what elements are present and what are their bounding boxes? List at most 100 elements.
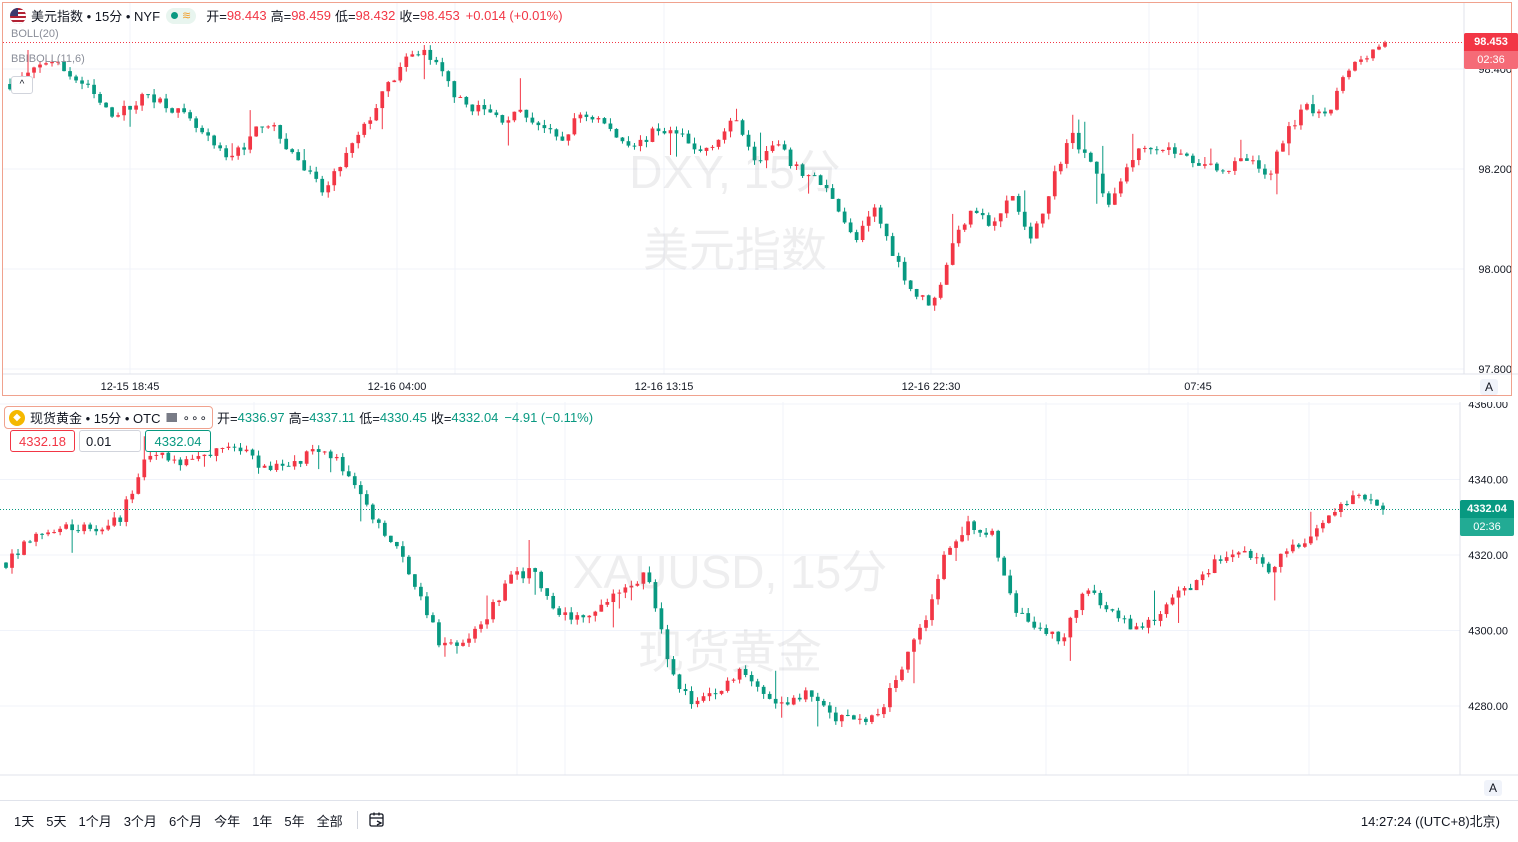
range-1m-button[interactable]: 1个月 xyxy=(78,811,111,830)
candle-body xyxy=(978,530,982,533)
candle-body xyxy=(28,541,32,543)
candle-body xyxy=(332,171,337,186)
candle-body xyxy=(926,295,931,306)
candle-body xyxy=(76,530,81,532)
toolbar-divider xyxy=(0,800,1518,801)
calendar-range-icon[interactable] xyxy=(368,811,386,829)
candle-body xyxy=(1106,193,1111,205)
us-flag-icon xyxy=(10,7,26,24)
candle-body xyxy=(1327,515,1331,523)
candle-body xyxy=(944,264,949,285)
boll-indicator-label[interactable]: BOLL(20) xyxy=(11,28,59,40)
candle-body xyxy=(446,71,451,82)
candle-body xyxy=(1263,168,1267,175)
candle-body xyxy=(791,697,796,705)
more-options-icon[interactable]: ∘∘∘ xyxy=(182,411,208,425)
candle-body xyxy=(755,681,760,687)
candle-body xyxy=(1178,153,1183,155)
candle-body xyxy=(368,120,373,124)
candle-body xyxy=(870,715,874,722)
candle-body xyxy=(668,130,673,134)
candle-body xyxy=(1200,574,1205,581)
candle-body xyxy=(1052,171,1057,197)
candle-body xyxy=(346,471,351,477)
x-axis-tick-label: 12-16 22:30 xyxy=(902,381,961,393)
xau-auto-scale-button[interactable]: A xyxy=(1484,780,1502,796)
candle-body xyxy=(1351,495,1355,505)
range-5d-button[interactable]: 5天 xyxy=(46,811,66,830)
candle-body xyxy=(443,642,447,646)
candle-body xyxy=(656,128,661,132)
candle-body xyxy=(1070,132,1075,144)
candle-body xyxy=(578,114,583,119)
xau-high-value: 4337.11 xyxy=(309,410,356,425)
candle-body xyxy=(1016,196,1021,212)
range-all-button[interactable]: 全部 xyxy=(317,811,343,830)
candle-body xyxy=(1050,631,1055,634)
range-6m-button[interactable]: 6个月 xyxy=(169,811,202,830)
candle-body xyxy=(1164,604,1169,615)
market-status-pill[interactable]: ≋ xyxy=(166,7,197,24)
range-1d-button[interactable]: 1天 xyxy=(14,811,34,830)
candle-body xyxy=(1056,631,1061,642)
candle-body xyxy=(1044,628,1049,634)
xauusd-chart-pane[interactable]: 4360.004340.004320.004300.004280.0012-15… xyxy=(0,402,1518,796)
candle-body xyxy=(1098,592,1103,606)
candle-body xyxy=(200,127,205,133)
candle-body xyxy=(1212,559,1217,574)
candle-body xyxy=(1251,160,1255,162)
y-axis-tick-label: 4320.00 xyxy=(1468,550,1508,562)
candle-body xyxy=(134,105,138,110)
candle-body xyxy=(728,120,733,132)
candle-body xyxy=(515,571,519,575)
y-axis-tick-label: 98.200 xyxy=(1478,164,1512,176)
candle-body xyxy=(1311,104,1315,114)
xau-close-label: 收= xyxy=(430,411,452,426)
dxy-bar-countdown: 02:36 xyxy=(1464,51,1518,69)
dxy-symbol-title[interactable]: 美元指数 • 15分 • NYF xyxy=(31,6,160,25)
candle-body xyxy=(1064,143,1069,164)
candle-body xyxy=(92,84,96,95)
range-ytd-button[interactable]: 今年 xyxy=(214,811,240,830)
candle-body xyxy=(410,54,415,57)
collapse-legend-icon[interactable]: ^ xyxy=(11,76,33,94)
candle-body xyxy=(1278,553,1283,567)
spread-value: 0.01 xyxy=(79,430,141,452)
candle-body xyxy=(882,707,886,715)
candle-body xyxy=(356,134,361,144)
xauusd-symbol-chip[interactable]: ◆ 现货黄金 • 15分 • OTC ∘∘∘ xyxy=(4,406,213,429)
candle-body xyxy=(974,210,979,213)
candle-body xyxy=(136,477,141,494)
bbiboll-indicator-label[interactable]: BBIBOLL(11,6) xyxy=(11,53,85,65)
candle-body xyxy=(960,535,964,542)
candle-body xyxy=(599,604,604,612)
y-axis-tick-label: 98.000 xyxy=(1478,264,1512,276)
candle-body xyxy=(1002,557,1007,576)
candle-body xyxy=(1296,544,1301,547)
candle-body xyxy=(773,698,778,704)
candle-body xyxy=(370,504,375,520)
dxy-chart-pane[interactable]: 98.400 98.200 98.000 97.800 12-15 18:45 12-16… xyxy=(0,0,1518,400)
candle-body xyxy=(166,452,171,461)
timezone-clock[interactable]: 14:27:24 ((UTC+8)北京) xyxy=(1361,811,1500,830)
dxy-open-label: 开= xyxy=(206,9,227,24)
dxy-close-label: 收= xyxy=(399,9,420,24)
buy-price-button[interactable]: 4332.04 xyxy=(145,430,211,452)
candle-body xyxy=(1046,196,1051,214)
range-1y-button[interactable]: 1年 xyxy=(252,811,272,830)
candle-body xyxy=(158,98,162,103)
sell-price-button[interactable]: 4332.18 xyxy=(10,430,75,452)
candle-body xyxy=(452,81,457,98)
range-5y-button[interactable]: 5年 xyxy=(284,811,304,830)
candle-body xyxy=(104,102,108,108)
candle-body xyxy=(596,118,601,120)
candle-body xyxy=(298,461,303,464)
candle-body xyxy=(797,697,802,700)
candle-body xyxy=(248,136,253,150)
candle-body xyxy=(701,696,706,701)
x-axis-tick-label: 12-16 13:15 xyxy=(635,381,694,393)
bottom-toolbar: 1天 5天 1个月 3个月 6个月 今年 1年 5年 全部 14:27:24 (… xyxy=(0,805,1518,835)
range-3m-button[interactable]: 3个月 xyxy=(124,811,157,830)
candle-body xyxy=(908,280,913,289)
dxy-auto-scale-button[interactable]: A xyxy=(1480,379,1498,395)
